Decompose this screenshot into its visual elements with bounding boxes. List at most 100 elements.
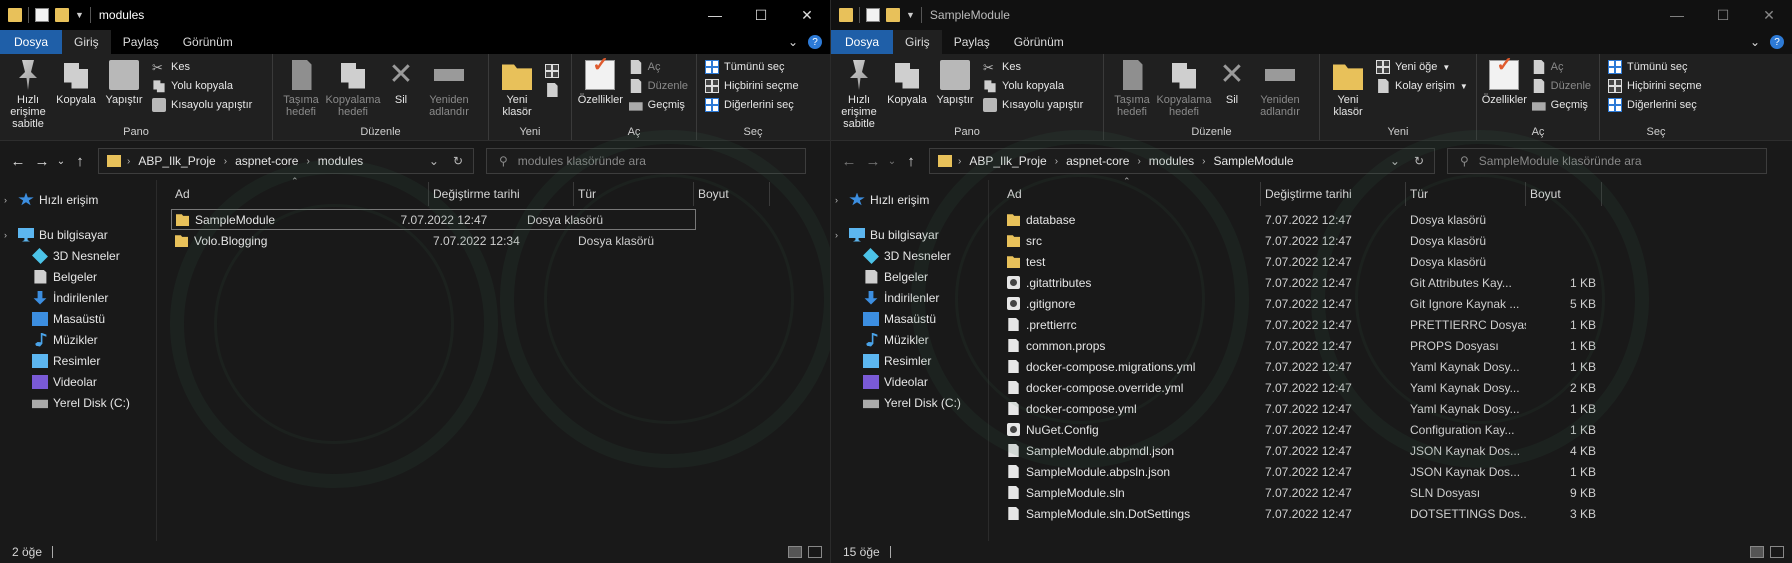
minimize-button[interactable]: — bbox=[1654, 0, 1700, 30]
open-button[interactable]: Aç bbox=[629, 60, 688, 74]
copy-path-button[interactable]: Yolu kopyala bbox=[152, 79, 252, 93]
breadcrumb-item[interactable]: ABP_Ilk_Proje bbox=[138, 154, 215, 168]
search-input[interactable] bbox=[1476, 153, 1766, 169]
file-row[interactable]: docker-compose.migrations.yml 7.07.2022 1… bbox=[1003, 356, 1792, 377]
invert-selection-button[interactable]: Diğerlerini seç bbox=[705, 98, 799, 112]
up-arrow-icon[interactable]: ↑ bbox=[899, 153, 923, 170]
copy-path-button[interactable]: Yolu kopyala bbox=[983, 79, 1083, 93]
breadcrumb-item[interactable]: ABP_Ilk_Proje bbox=[969, 154, 1046, 168]
paste-shortcut-button[interactable]: Kısayolu yapıştır bbox=[152, 98, 252, 112]
maximize-button[interactable]: ☐ bbox=[738, 0, 784, 30]
nav-item[interactable]: Masaüstü bbox=[0, 308, 156, 329]
nav-item[interactable]: Masaüstü bbox=[831, 308, 988, 329]
file-row[interactable]: SampleModule.abpsln.json 7.07.2022 12:47 J… bbox=[1003, 461, 1792, 482]
forward-arrow-icon[interactable]: → bbox=[30, 153, 54, 170]
tab-view[interactable]: Görünüm bbox=[1002, 30, 1076, 54]
qat-dropdown-icon[interactable]: ▼ bbox=[906, 10, 915, 20]
ribbon-expand-icon[interactable]: ⌄ bbox=[788, 35, 798, 49]
column-header-type[interactable]: Tür bbox=[574, 182, 694, 206]
file-row[interactable]: Volo.Blogging 7.07.2022 12:34 Dosya klasör… bbox=[171, 230, 830, 251]
file-row[interactable]: docker-compose.override.yml 7.07.2022 12:… bbox=[1003, 377, 1792, 398]
help-icon[interactable]: ? bbox=[1770, 35, 1784, 49]
close-button[interactable]: ✕ bbox=[1746, 0, 1792, 30]
nav-item[interactable]: İndirilenler bbox=[0, 287, 156, 308]
select-none-button[interactable]: Hiçbirini seçme bbox=[1608, 79, 1702, 93]
ribbon-expand-icon[interactable]: ⌄ bbox=[1750, 35, 1760, 49]
nav-item[interactable]: › Bu bilgisayar bbox=[831, 224, 988, 245]
column-header-date[interactable]: Değiştirme tarihi bbox=[429, 182, 574, 206]
back-arrow-icon[interactable]: ← bbox=[837, 153, 861, 170]
file-row[interactable]: SampleModule.sln.DotSettings 7.07.2022 12… bbox=[1003, 503, 1792, 524]
select-all-button[interactable]: Tümünü seç bbox=[705, 60, 799, 74]
new-folder-icon[interactable] bbox=[55, 8, 69, 22]
close-button[interactable]: ✕ bbox=[784, 0, 830, 30]
forward-arrow-icon[interactable]: → bbox=[861, 153, 885, 170]
nav-item[interactable]: Resimler bbox=[831, 350, 988, 371]
cut-button[interactable]: ✂ Kes bbox=[983, 60, 1083, 75]
column-header-size[interactable]: Boyut bbox=[694, 182, 770, 206]
nav-item[interactable]: 3D Nesneler bbox=[0, 245, 156, 266]
qat-dropdown-icon[interactable]: ▼ bbox=[75, 10, 84, 20]
select-none-button[interactable]: Hiçbirini seçme bbox=[705, 79, 799, 93]
select-all-button[interactable]: Tümünü seç bbox=[1608, 60, 1702, 74]
easy-access-button[interactable]: Kolay erişim ▼ bbox=[1376, 79, 1468, 93]
expand-chevron-icon[interactable]: › bbox=[835, 195, 845, 205]
column-header-size[interactable]: Boyut bbox=[1526, 182, 1602, 206]
edit-button[interactable]: Düzenle bbox=[629, 79, 688, 93]
column-header-type[interactable]: Tür bbox=[1406, 182, 1526, 206]
nav-item[interactable]: Videolar bbox=[0, 371, 156, 392]
tab-view[interactable]: Görünüm bbox=[171, 30, 245, 54]
new-item-button[interactable] bbox=[545, 64, 559, 78]
file-row[interactable]: docker-compose.yml 7.07.2022 12:47 Yaml Ka… bbox=[1003, 398, 1792, 419]
file-row[interactable]: src 7.07.2022 12:47 Dosya klasörü bbox=[1003, 230, 1792, 251]
tab-home[interactable]: Giriş bbox=[893, 30, 942, 54]
easy-access-button[interactable] bbox=[545, 83, 559, 97]
nav-item[interactable]: › Hızlı erişim bbox=[831, 189, 988, 210]
nav-item[interactable]: Yerel Disk (C:) bbox=[0, 392, 156, 413]
column-header-name[interactable]: Ad bbox=[171, 182, 429, 206]
file-row[interactable]: test 7.07.2022 12:47 Dosya klasörü bbox=[1003, 251, 1792, 272]
expand-chevron-icon[interactable]: › bbox=[4, 195, 14, 205]
tab-share[interactable]: Paylaş bbox=[942, 30, 1002, 54]
new-folder-icon[interactable] bbox=[886, 8, 900, 22]
tab-home[interactable]: Giriş bbox=[62, 30, 111, 54]
address-dropdown-icon[interactable]: ⌄ bbox=[429, 154, 439, 168]
invert-selection-button[interactable]: Diğerlerini seç bbox=[1608, 98, 1702, 112]
up-arrow-icon[interactable]: ↑ bbox=[68, 153, 92, 170]
expand-chevron-icon[interactable]: › bbox=[4, 230, 14, 240]
tab-file[interactable]: Dosya bbox=[0, 30, 63, 54]
nav-item[interactable]: Belgeler bbox=[831, 266, 988, 287]
recent-locations-icon[interactable]: ⌄ bbox=[885, 156, 899, 167]
file-row[interactable]: .gitignore 7.07.2022 12:47 Git Ignore Kayn… bbox=[1003, 293, 1792, 314]
large-icons-view-icon[interactable] bbox=[1770, 546, 1784, 558]
help-icon[interactable]: ? bbox=[808, 35, 822, 49]
nav-item[interactable]: 3D Nesneler bbox=[831, 245, 988, 266]
tab-share[interactable]: Paylaş bbox=[111, 30, 171, 54]
nav-item[interactable]: › Bu bilgisayar bbox=[0, 224, 156, 245]
nav-item[interactable]: Resimler bbox=[0, 350, 156, 371]
file-row[interactable]: SampleModule.sln 7.07.2022 12:47 SLN Dosya… bbox=[1003, 482, 1792, 503]
file-row[interactable]: .gitattributes 7.07.2022 12:47 Git Attribu… bbox=[1003, 272, 1792, 293]
cut-button[interactable]: ✂ Kes bbox=[152, 60, 252, 75]
file-row[interactable]: database 7.07.2022 12:47 Dosya klasörü bbox=[1003, 209, 1792, 230]
refresh-icon[interactable]: ↻ bbox=[1414, 154, 1424, 168]
search-input[interactable] bbox=[515, 153, 805, 169]
breadcrumb-item[interactable]: SampleModule bbox=[1213, 154, 1293, 168]
file-row[interactable]: NuGet.Config 7.07.2022 12:47 Configuration… bbox=[1003, 419, 1792, 440]
breadcrumb-item[interactable]: modules bbox=[318, 154, 363, 168]
history-button[interactable]: Geçmiş bbox=[628, 98, 688, 112]
address-bar[interactable]: › ABP_Ilk_Proje › aspnet-core › modules … bbox=[929, 148, 1435, 174]
open-button[interactable]: Aç bbox=[1532, 60, 1591, 74]
details-view-icon[interactable] bbox=[1750, 546, 1764, 558]
nav-item[interactable]: Yerel Disk (C:) bbox=[831, 392, 988, 413]
properties-icon[interactable] bbox=[35, 8, 49, 22]
tab-file[interactable]: Dosya bbox=[831, 30, 894, 54]
expand-chevron-icon[interactable]: › bbox=[835, 230, 845, 240]
column-header-name[interactable]: Ad bbox=[1003, 182, 1261, 206]
file-row[interactable]: common.props 7.07.2022 12:47 PROPS Dosyası… bbox=[1003, 335, 1792, 356]
back-arrow-icon[interactable]: ← bbox=[6, 153, 30, 170]
file-row[interactable]: .prettierrc 7.07.2022 12:47 PRETTIERRC Dos… bbox=[1003, 314, 1792, 335]
address-dropdown-icon[interactable]: ⌄ bbox=[1390, 154, 1400, 168]
file-row[interactable]: SampleModule.abpmdl.json 7.07.2022 12:47 J… bbox=[1003, 440, 1792, 461]
nav-item[interactable]: Müzikler bbox=[0, 329, 156, 350]
